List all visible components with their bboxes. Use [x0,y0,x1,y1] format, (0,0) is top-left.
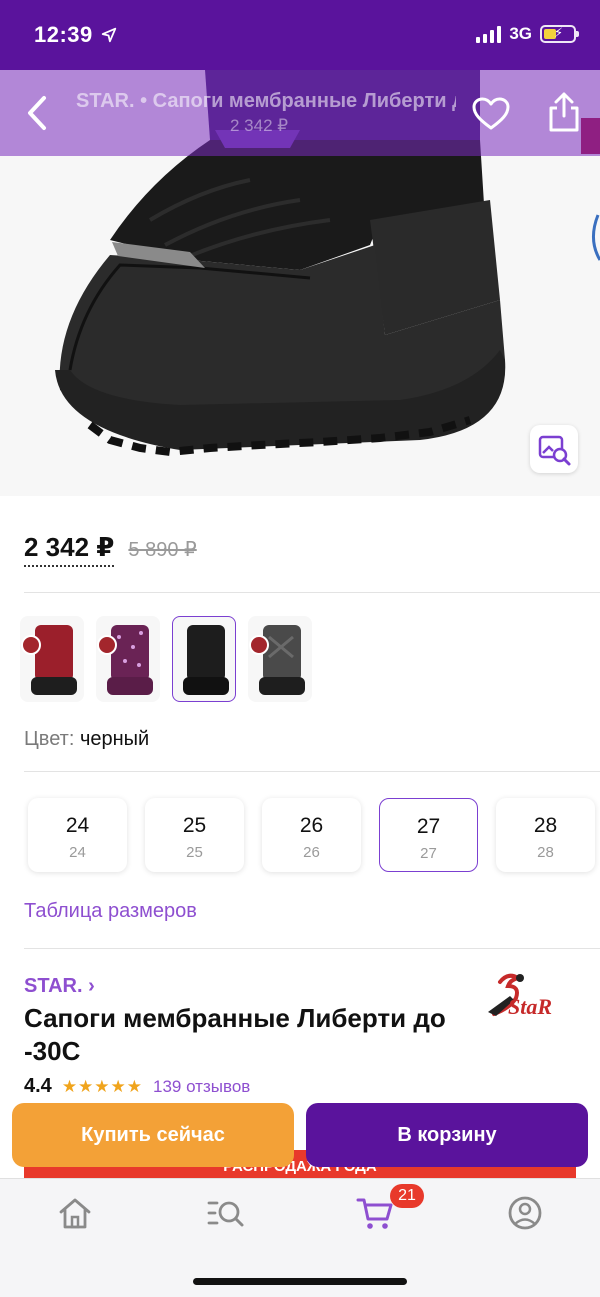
tab-home[interactable] [50,1193,100,1243]
status-right: 3G ⚡ [476,24,579,44]
image-search-button[interactable] [530,425,578,473]
color-line: Цвет: черный [24,728,149,751]
image-search-icon [538,435,571,466]
swatch-black[interactable] [172,616,236,702]
rating-value: 4.4 [24,1075,52,1097]
boot-thumbnail [21,625,77,695]
rating-row[interactable]: 4.4 ★★★★★ 139 отзывов [24,1075,250,1098]
back-button[interactable] [18,92,58,134]
boot-thumbnail [97,625,153,695]
size-option[interactable]: 28 28 [496,798,595,872]
reviews-link[interactable]: 139 отзывов [153,1077,250,1097]
color-value: черный [79,728,150,750]
brand-link[interactable]: STAR. › [24,975,95,998]
tab-profile[interactable] [500,1193,550,1243]
boot-thumbnail [183,625,229,695]
status-bar: 12:39 3G ⚡ [0,0,600,70]
product-title: Сапоги мембранные Либерти до -30С [24,1003,446,1066]
status-time: 12:39 [34,22,93,47]
home-icon [59,1198,91,1229]
rating-stars: ★★★★★ [61,1076,144,1096]
cart-icon [356,1198,393,1229]
header-price: 2 342 ₽ [230,116,289,135]
size-option[interactable]: 24 24 [28,798,127,872]
boot-thumbnail [249,625,305,695]
header-title: STAR. • Сапоги мембранные Либерти до -30… [76,90,456,112]
profile-icon [508,1196,542,1230]
buy-now-button[interactable]: Купить сейчас [12,1103,294,1167]
size-main-label: 25 [182,814,207,837]
cart-count-badge: 21 [390,1184,424,1208]
size-option-selected[interactable]: 27 27 [379,798,478,872]
share-icon[interactable] [544,90,584,134]
size-sub-label: 27 [420,845,437,862]
size-main-label: 24 [65,814,90,837]
current-price[interactable]: 2 342 ₽ [24,532,115,567]
catalog-search-icon [207,1201,244,1227]
swatch-grey[interactable] [248,616,312,702]
divider [24,948,600,949]
brand-logo[interactable]: StaR [480,968,560,1024]
add-to-cart-button[interactable]: В корзину [306,1103,588,1167]
tab-catalog[interactable] [200,1193,250,1243]
size-main-label: 26 [299,814,324,837]
location-arrow-icon [101,27,117,43]
old-price: 5 890 ₽ [128,539,197,561]
divider [24,592,600,593]
network-type: 3G [509,24,532,43]
price-row: 2 342 ₽ 5 890 ₽ [24,532,197,567]
svg-text:StaR: StaR [508,994,552,1019]
size-sub-label: 28 [537,844,554,861]
battery-charging-icon: ⚡ [540,25,579,43]
size-sub-label: 26 [303,844,320,861]
size-option[interactable]: 26 26 [262,798,361,872]
heart-icon[interactable] [470,94,512,134]
size-main-label: 28 [533,814,558,837]
size-selector: 24 24 25 25 26 26 27 27 28 28 [28,798,595,872]
home-indicator [193,1278,407,1285]
size-option[interactable]: 25 25 [145,798,244,872]
swatch-purple-pattern[interactable] [96,616,160,702]
signal-bars-icon [476,25,502,43]
divider [24,771,600,772]
color-label: Цвет: [24,728,75,750]
size-table-link[interactable]: Таблица размеров [24,900,197,923]
color-swatches [20,616,312,702]
size-sub-label: 25 [186,844,203,861]
size-sub-label: 24 [69,844,86,861]
size-main-label: 27 [416,815,441,838]
swatch-red[interactable] [20,616,84,702]
